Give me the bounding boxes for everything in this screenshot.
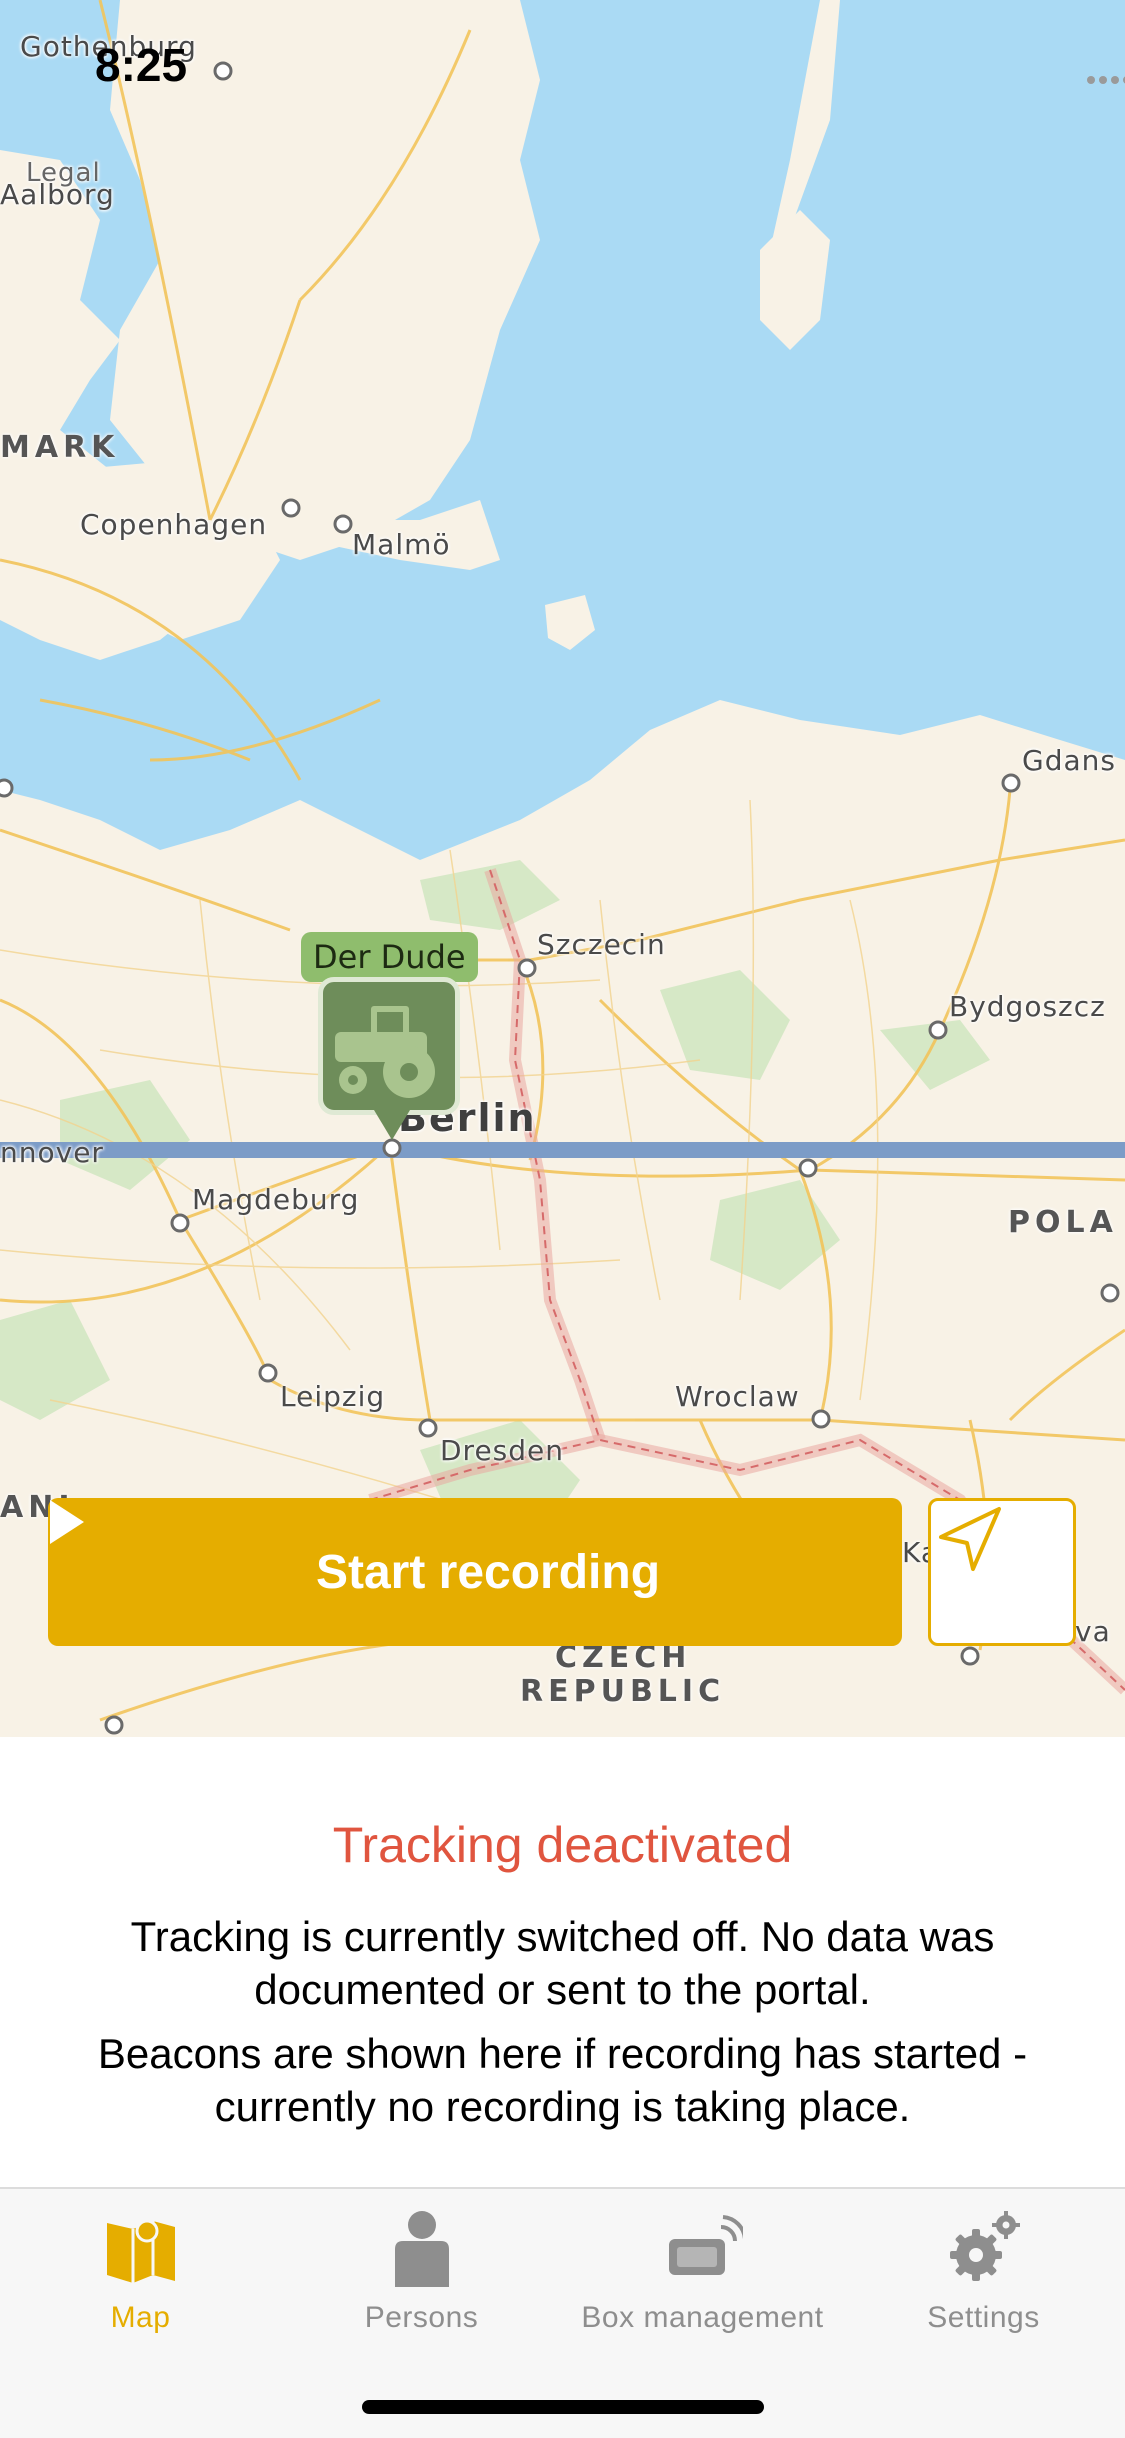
tab-label: Box management	[581, 2301, 824, 2334]
tab-label: Map	[110, 2301, 171, 2334]
map-label-copenhagen: Copenhagen	[80, 508, 268, 541]
map-view[interactable]: Gothenburg Legal Aalborg MARK Copenhagen…	[0, 0, 1125, 1737]
home-indicator[interactable]	[362, 2400, 764, 2414]
city-dot	[382, 1138, 402, 1158]
tab-persons[interactable]: Persons	[281, 2189, 562, 2349]
cellular-signal-icon	[1087, 76, 1125, 84]
map-label-aalborg: Aalborg	[0, 178, 115, 211]
map-label-szczecin: Szczecin	[537, 928, 666, 961]
city-dot	[104, 1715, 124, 1735]
map-label-va: va	[1075, 1615, 1111, 1648]
city-dot	[333, 514, 353, 534]
start-recording-button[interactable]: Start recording	[48, 1498, 902, 1646]
city-dot	[1100, 1283, 1120, 1303]
city-dot	[811, 1409, 831, 1429]
map-label-pola: POLA	[1008, 1205, 1118, 1240]
city-dot	[1001, 773, 1021, 793]
map-label-malmo: Malmö	[352, 528, 451, 561]
city-dot	[798, 1158, 818, 1178]
map-label-magdeburg: Magdeburg	[192, 1183, 360, 1216]
gears-icon	[944, 2207, 1024, 2291]
map-label-dresden: Dresden	[440, 1434, 565, 1467]
map-label-gdansk: Gdans	[1022, 744, 1116, 777]
tab-label: Settings	[927, 2301, 1040, 2334]
start-recording-label: Start recording	[315, 1545, 661, 1599]
city-dot	[517, 958, 537, 978]
map-label-republic: REPUBLIC	[520, 1674, 726, 1709]
city-dot	[281, 498, 301, 518]
locate-me-button[interactable]	[928, 1498, 1076, 1646]
map-label-hannover: nnover	[0, 1136, 104, 1169]
city-dot	[418, 1418, 438, 1438]
tab-box-management[interactable]: Box management	[562, 2189, 843, 2349]
city-dot	[258, 1363, 278, 1383]
city-dot	[928, 1020, 948, 1040]
city-dot	[213, 61, 233, 81]
tab-map[interactable]: Map	[0, 2189, 281, 2349]
tab-bar: Map Persons Box management Settings	[0, 2187, 1125, 2438]
map-label-mark: MARK	[0, 430, 120, 465]
tab-label: Persons	[364, 2301, 479, 2334]
location-arrow-icon	[939, 1507, 1001, 1571]
box-icon	[663, 2207, 743, 2291]
vehicle-marker-pin	[374, 1110, 410, 1140]
play-icon	[50, 1500, 84, 1544]
city-dot	[960, 1646, 980, 1666]
vehicle-marker[interactable]	[318, 977, 460, 1115]
status-time: 8:25	[95, 39, 188, 91]
map-label-bydgoszcz: Bydgoszcz	[949, 990, 1106, 1023]
tractor-icon	[335, 1006, 435, 1098]
map-label-wroclaw: Wroclaw	[675, 1380, 800, 1413]
tracking-status-text: Tracking is currently switched off. No d…	[130, 1913, 995, 2013]
vehicle-marker-label[interactable]: Der Dude	[301, 932, 478, 982]
city-dot	[170, 1213, 190, 1233]
beacons-info-text: Beacons are shown here if recording has …	[97, 2030, 1028, 2130]
tracking-status-title: Tracking deactivated	[332, 1817, 793, 1873]
map-icon	[101, 2207, 181, 2291]
map-background	[0, 0, 1125, 1737]
person-icon	[389, 2207, 455, 2291]
tab-settings[interactable]: Settings	[843, 2189, 1124, 2349]
map-label-leipzig: Leipzig	[280, 1380, 386, 1413]
